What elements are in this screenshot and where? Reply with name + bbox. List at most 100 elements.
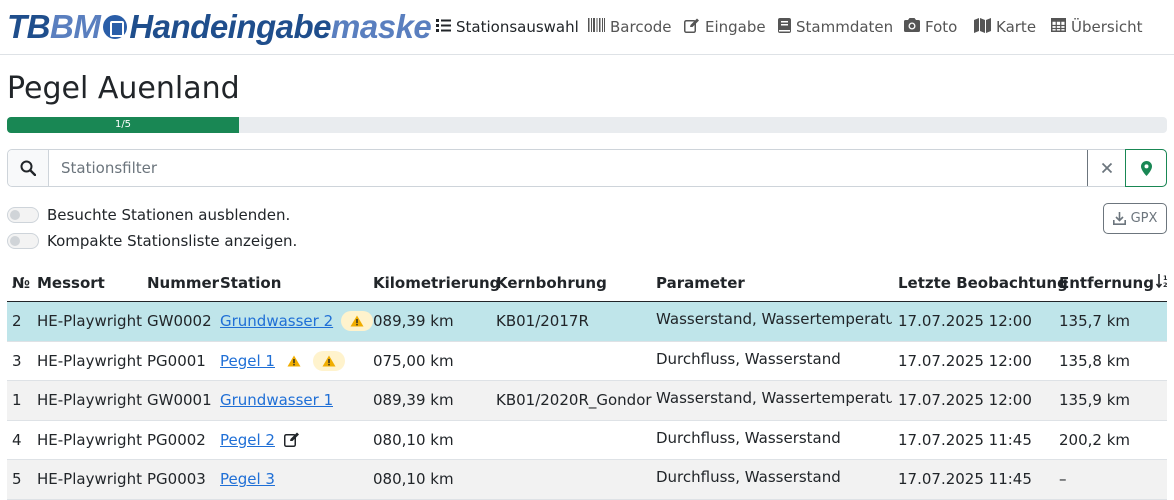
cell-nr: 5 — [12, 470, 22, 489]
cell-nr: 4 — [12, 430, 22, 449]
table-row[interactable]: 4 HE-Playwright PG0002 Pegel 2 080,10 km… — [7, 421, 1167, 460]
cell-kilometrierung: 075,00 km — [373, 351, 454, 370]
book-icon — [778, 17, 791, 37]
table-row[interactable]: 3 HE-Playwright PG0001 Pegel 1 075,00 km… — [7, 342, 1167, 381]
compact-switch[interactable] — [7, 233, 39, 249]
cell-parameter: Durchfluss, Wasserstand — [656, 468, 841, 486]
warning-badge — [281, 351, 307, 371]
brand-logo[interactable]: TB BM Handeingabe maske — [7, 7, 432, 47]
nav-stationsauswahl[interactable]: Stationsauswahl — [436, 0, 579, 54]
nav-stammdaten[interactable]: Stammdaten — [778, 0, 893, 54]
stations-table: № Messort Nummer Station Kilometrierung … — [7, 265, 1169, 500]
cell-kilometrierung: 080,10 km — [373, 430, 454, 449]
station-link[interactable]: Pegel 1 — [220, 352, 275, 370]
nav-uebersicht[interactable]: Übersicht — [1051, 0, 1143, 54]
table-row[interactable]: 1 HE-Playwright GW0001 Grundwasser 1 089… — [7, 381, 1167, 421]
brand-part-4: maske — [331, 8, 432, 45]
cell-letzte-beobachtung: 17.07.2025 12:00 — [898, 312, 1032, 331]
gpx-download-button[interactable]: GPX — [1103, 203, 1167, 234]
cell-kilometrierung: 080,10 km — [373, 470, 454, 489]
cell-station: Pegel 3 — [220, 460, 275, 499]
cell-messort: HE-Playwright — [37, 430, 142, 449]
station-link[interactable]: Grundwasser 2 — [220, 312, 333, 330]
compact-label[interactable]: Kompakte Stationsliste anzeigen. — [47, 232, 297, 250]
brand-part-2: BM — [50, 8, 101, 45]
brand-part-3: Handeingabe — [129, 8, 332, 45]
camera-icon — [904, 18, 920, 36]
edit-icon — [283, 432, 300, 448]
header-messort[interactable]: Messort — [37, 265, 105, 301]
cell-nummer: GW0002 — [147, 312, 212, 331]
cell-messort: HE-Playwright — [37, 312, 142, 331]
warning-icon — [287, 355, 301, 367]
header-kernbohrung[interactable]: Kernbohrung — [496, 265, 607, 301]
search-input[interactable] — [49, 150, 1087, 186]
cell-letzte-beobachtung: 17.07.2025 11:45 — [898, 470, 1032, 489]
barcode-icon — [588, 18, 605, 36]
cell-nummer: PG0002 — [147, 430, 206, 449]
cell-parameter: Durchfluss, Wasserstand — [656, 349, 841, 368]
cell-station: Pegel 1 — [220, 342, 345, 381]
station-link[interactable]: Pegel 3 — [220, 470, 275, 488]
nav-label: Karte — [996, 18, 1037, 36]
warning-icon — [322, 355, 336, 367]
location-button[interactable] — [1125, 149, 1167, 187]
table-icon — [1051, 18, 1066, 36]
cell-kernbohrung: KB01/2017R — [496, 312, 589, 331]
cell-nummer: PG0003 — [147, 470, 206, 489]
list-icon — [436, 18, 451, 36]
nav-label: Stationsauswahl — [456, 18, 579, 36]
nav-barcode[interactable]: Barcode — [588, 0, 672, 54]
cell-station: Grundwasser 2 — [220, 302, 374, 341]
header-entfernung[interactable]: Entfernung 12 — [1059, 265, 1169, 301]
search-icon — [8, 150, 49, 186]
header-station[interactable]: Station — [220, 265, 281, 301]
nav-karte[interactable]: Karte — [974, 0, 1036, 54]
cell-kilometrierung: 089,39 km — [373, 312, 454, 331]
nav-label: Foto — [925, 18, 958, 36]
page-title: Pegel Auenland — [7, 71, 240, 106]
station-filter — [7, 149, 1167, 187]
cell-kernbohrung: KB01/2020R_Gondor — [496, 391, 652, 410]
cell-messort: HE-Playwright — [37, 351, 142, 370]
nav-label: Übersicht — [1071, 18, 1143, 36]
gpx-label: GPX — [1130, 211, 1158, 226]
cell-entfernung: 200,2 km — [1059, 430, 1131, 449]
edit-icon — [684, 18, 700, 37]
cell-kilometrierung: 089,39 km — [373, 391, 454, 410]
cell-parameter: Wasserstand, Wassertemperatur — [656, 389, 892, 407]
header-nr[interactable]: № — [12, 265, 30, 301]
cell-nr: 3 — [12, 351, 22, 370]
cell-station: Grundwasser 1 — [220, 381, 333, 420]
nav-eingabe[interactable]: Eingabe — [684, 0, 766, 54]
station-link[interactable]: Pegel 2 — [220, 431, 275, 449]
download-icon — [1112, 212, 1126, 225]
compact-toggle-row: Kompakte Stationsliste anzeigen. — [7, 232, 297, 250]
warning-badge — [312, 350, 345, 371]
header-parameter[interactable]: Parameter — [656, 265, 892, 301]
cell-entfernung: – — [1059, 470, 1067, 489]
header-kilometrierung[interactable]: Kilometrierung — [373, 265, 500, 301]
header-letzte-beobachtung[interactable]: Letzte Beobachtung — [898, 265, 1068, 301]
cell-messort: HE-Playwright — [37, 470, 142, 489]
navbar: TB BM Handeingabe maske Stationsauswahl Bar… — [0, 0, 1174, 55]
map-icon — [974, 17, 991, 37]
progress-fill: 1/5 — [7, 117, 239, 133]
brand-icon — [103, 15, 128, 39]
table-row[interactable]: 5 HE-Playwright PG0003 Pegel 3 080,10 km… — [7, 460, 1167, 500]
nav-foto[interactable]: Foto — [904, 0, 957, 54]
progress-bar: 1/5 — [7, 117, 1167, 133]
warning-badge — [341, 311, 374, 332]
cell-letzte-beobachtung: 17.07.2025 12:00 — [898, 351, 1032, 370]
hide-visited-label[interactable]: Besuchte Stationen ausblenden. — [47, 206, 290, 224]
hide-visited-switch[interactable] — [7, 207, 39, 223]
nav-label: Eingabe — [705, 18, 766, 36]
cell-messort: HE-Playwright — [37, 391, 142, 410]
cell-nummer: PG0001 — [147, 351, 206, 370]
cell-entfernung: 135,8 km — [1059, 351, 1131, 370]
table-row[interactable]: 2 HE-Playwright GW0002 Grundwasser 2 089… — [7, 302, 1167, 342]
svg-text:2: 2 — [1163, 281, 1168, 288]
header-nummer[interactable]: Nummer — [147, 265, 219, 301]
station-link[interactable]: Grundwasser 1 — [220, 391, 333, 409]
clear-filter-button[interactable] — [1087, 150, 1125, 186]
